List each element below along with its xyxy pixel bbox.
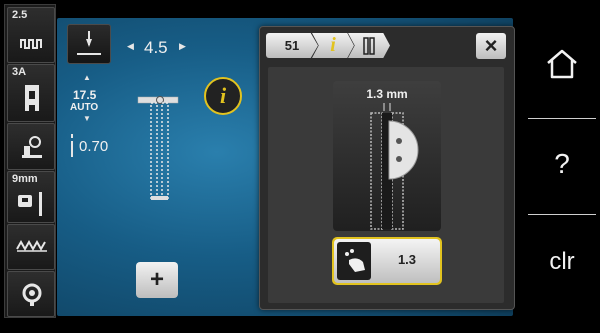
slit-button-value: 1.3 xyxy=(397,252,417,267)
balance-icon xyxy=(71,134,73,157)
buttonhole-info-panel: 51 i × 1.3 mm 1.3 xyxy=(259,26,515,310)
left-toolbar: 2.5 3A 9mm xyxy=(4,4,56,318)
button-slit-drawing xyxy=(370,103,419,230)
auto-label: AUTO xyxy=(70,102,99,113)
bobbin-icon xyxy=(22,283,42,306)
needle-label: 9mm xyxy=(12,173,38,185)
tab-buttonhole[interactable] xyxy=(348,33,390,58)
tab-stitch-number[interactable]: 51 xyxy=(266,33,318,58)
buttonhole-tab-icon xyxy=(363,36,375,55)
stitch-width-indicator-button[interactable]: 2.5 xyxy=(7,7,55,63)
needle-position-icon xyxy=(77,31,101,55)
help-button[interactable]: ? xyxy=(524,124,600,204)
feed-dog-button[interactable] xyxy=(7,224,55,270)
length-increase-arrow[interactable]: ▲ xyxy=(83,73,91,82)
nav-divider xyxy=(528,118,596,119)
stitch-number: 51 xyxy=(284,38,300,53)
slit-width-label: 1.3 mm xyxy=(366,87,408,101)
plus-label: + xyxy=(149,266,164,293)
info-icon: i xyxy=(219,83,227,108)
buttonhole-preview xyxy=(137,96,179,200)
right-navigation: ? clr xyxy=(524,24,600,314)
needle-plate-icon xyxy=(18,192,42,216)
tab-info-icon: i xyxy=(330,34,336,56)
needle-position-button[interactable] xyxy=(67,24,111,64)
presser-foot-icon xyxy=(25,85,39,111)
home-icon xyxy=(547,49,577,79)
length-decrease-arrow[interactable]: ▼ xyxy=(83,114,91,123)
slit-button-icon-box xyxy=(337,242,371,280)
width-label: 2.5 xyxy=(12,9,28,21)
close-button[interactable]: × xyxy=(476,33,506,59)
slit-illustration: 1.3 mm xyxy=(333,81,441,231)
add-pattern-button[interactable]: + xyxy=(136,262,178,298)
hand-adjust-icon xyxy=(345,249,365,272)
foot-pressure-icon xyxy=(22,136,42,158)
info-button[interactable]: i xyxy=(204,77,242,115)
stitch-pattern-icon xyxy=(20,39,42,49)
clear-label: clr xyxy=(549,248,575,275)
nav-divider xyxy=(528,214,596,215)
width-decrease-arrow[interactable]: ◀ xyxy=(127,41,134,52)
width-increase-arrow[interactable]: ▶ xyxy=(179,41,186,52)
close-icon: × xyxy=(484,33,498,58)
help-icon: ? xyxy=(554,148,570,179)
needle-selection-button[interactable]: 9mm xyxy=(7,171,55,223)
stitch-length-value: 17.5 xyxy=(73,88,97,102)
presser-foot-button[interactable]: 3A xyxy=(7,64,55,122)
foot-label: 3A xyxy=(12,66,27,78)
slit-width-button[interactable]: 1.3 xyxy=(332,237,442,285)
illustration-area: 1.3 mm 1.3 xyxy=(268,67,504,303)
bobbin-button[interactable] xyxy=(7,271,55,317)
clear-button[interactable]: clr xyxy=(524,222,600,302)
foot-pressure-button[interactable] xyxy=(7,123,55,170)
balance-value: 0.70 xyxy=(79,138,109,155)
stitch-width-value: 4.5 xyxy=(144,38,168,57)
home-button[interactable] xyxy=(524,24,600,104)
feed-dog-icon xyxy=(16,239,47,252)
tab-info[interactable]: i xyxy=(312,33,354,58)
